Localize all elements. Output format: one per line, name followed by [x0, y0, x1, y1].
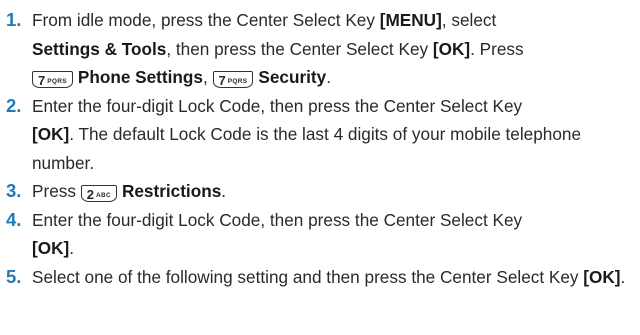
step-number: 2.: [6, 94, 22, 116]
key-7-pqrs-icon: 7 PQRS: [32, 71, 73, 88]
menu-item-security: Security: [258, 67, 327, 87]
menu-item-restrictions: Restrictions: [121, 181, 222, 201]
ok-key-label: [OK]: [583, 266, 621, 287]
ok-key-label: [OK]: [32, 124, 70, 144]
step-3: 3. Press 2 ABC Restrictions.: [0, 177, 628, 206]
step-4: 4. Enter the four-digit Lock Code, then …: [0, 206, 628, 263]
step-number: 4.: [6, 208, 22, 230]
menu-item-phone-settings: Phone Settings: [77, 67, 203, 87]
ok-key-label: [OK]: [32, 238, 70, 258]
key-2-abc-icon: 2 ABC: [80, 185, 117, 202]
step-5: 5. Select one of the following setting a…: [0, 263, 628, 292]
step-2: 2. Enter the four-digit Lock Code, then …: [0, 92, 628, 178]
step-number: 3.: [6, 180, 22, 201]
step-number: 5.: [6, 265, 22, 287]
ok-key-label: [OK]: [432, 38, 471, 59]
step-1: 1. From idle mode, press the Center Sele…: [0, 6, 628, 92]
key-7-pqrs-icon: 7 PQRS: [212, 71, 254, 88]
step-number: 1.: [6, 9, 22, 30]
menu-key-label: [MENU]: [379, 10, 442, 30]
instruction-steps: 1. From idle mode, press the Center Sele…: [0, 0, 640, 291]
menu-item-settings-tools: Settings & Tools: [32, 38, 167, 59]
